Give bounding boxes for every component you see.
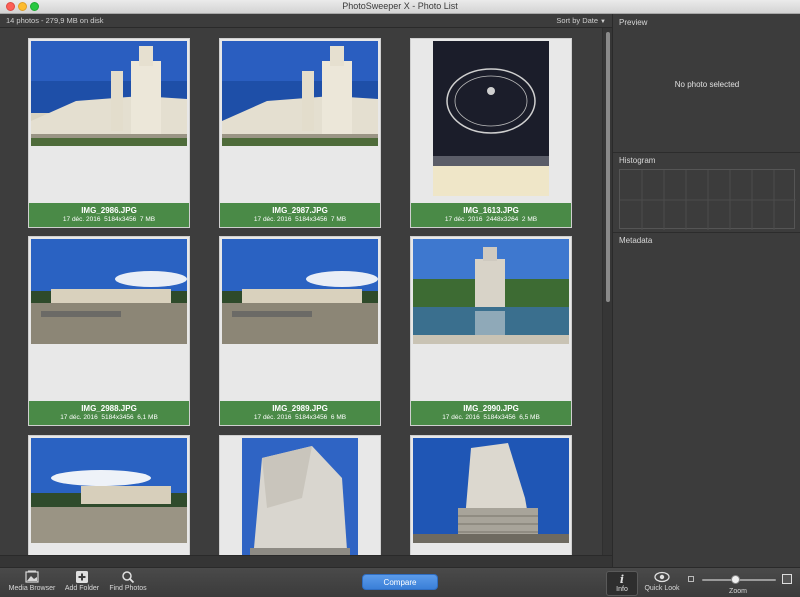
media-browser-button[interactable]: Media Browser	[6, 570, 58, 592]
photo-caption: IMG_2986.JPG 17 déc. 2016 5184x3456 7 MB	[29, 203, 189, 227]
photo-thumbnail	[31, 239, 187, 344]
photo-metadata: 17 déc. 2016 5184x3456 6 MB	[253, 414, 347, 421]
no-photo-message: No photo selected	[674, 80, 740, 89]
photo-caption: IMG_1613.JPG 17 déc. 2016 2448x3264 2 MB	[411, 203, 571, 227]
photo-thumbnail	[413, 438, 569, 543]
photo-caption: IMG_2990.JPG 17 déc. 2016 5184x3456 6,5 …	[411, 401, 571, 425]
bottom-toolbar: Media Browser Add Folder Find Photos Com…	[0, 567, 800, 597]
app-window: PhotoSweeper X - Photo List 14 photos - …	[0, 0, 800, 597]
photo-card[interactable]: IMG_2990.JPG 17 déc. 2016 5184x3456 6,5 …	[410, 236, 572, 426]
find-photos-label: Find Photos	[109, 585, 147, 592]
photo-filename: IMG_2986.JPG	[81, 206, 137, 215]
photo-card[interactable]: IMG_1613.JPG 17 déc. 2016 2448x3264 2 MB	[410, 38, 572, 228]
grid-status-strip	[0, 555, 612, 567]
photo-caption: IMG_2989.JPG 17 déc. 2016 5184x3456 6 MB	[220, 401, 380, 425]
quick-look-label: Quick Look	[644, 585, 680, 592]
media-browser-icon	[24, 570, 40, 584]
chevron-down-icon: ▼	[600, 19, 606, 25]
info-label: Info	[616, 586, 628, 593]
photo-metadata: 17 déc. 2016 2448x3264 2 MB	[444, 216, 538, 223]
photo-filename: IMG_2990.JPG	[463, 404, 519, 413]
photo-card[interactable]: IMG_2989.JPG 17 déc. 2016 5184x3456 6 MB	[219, 236, 381, 426]
preview-heading: Preview	[619, 18, 648, 27]
histogram-heading: Histogram	[619, 156, 656, 165]
photo-thumbnail	[433, 41, 549, 196]
photo-thumbnail	[413, 239, 569, 344]
panel-divider	[613, 232, 800, 233]
photo-caption: IMG_2987.JPG 17 déc. 2016 5184x3456 7 MB	[220, 203, 380, 227]
photo-card[interactable]	[219, 435, 381, 555]
add-folder-button[interactable]: Add Folder	[62, 570, 102, 592]
photo-thumbnail	[222, 239, 378, 344]
zoom-label: Zoom	[729, 588, 747, 595]
photo-count-label: 14 photos - 279,9 MB on disk	[6, 16, 104, 25]
info-icon: i	[619, 573, 625, 586]
photo-metadata: 17 déc. 2016 5184x3456 6,5 MB	[442, 414, 540, 421]
media-browser-label: Media Browser	[8, 585, 56, 592]
photo-card[interactable]	[410, 435, 572, 555]
photo-filename: IMG_1613.JPG	[463, 206, 519, 215]
photo-filename: IMG_2989.JPG	[272, 404, 328, 413]
photo-caption: IMG_2988.JPG 17 déc. 2016 5184x3456 6,1 …	[29, 401, 189, 425]
grid-scrollbar[interactable]	[602, 28, 612, 555]
photo-grid[interactable]: IMG_2986.JPG 17 déc. 2016 5184x3456 7 MB	[0, 28, 602, 555]
quick-look-button[interactable]: Quick Look	[642, 570, 682, 592]
info-button[interactable]: i Info	[606, 571, 638, 596]
inspector-panel: Preview No photo selected Histogram Meta…	[612, 14, 800, 567]
zoom-out-icon[interactable]	[688, 576, 694, 582]
metadata-heading: Metadata	[619, 236, 653, 245]
photo-card[interactable]: IMG_2987.JPG 17 déc. 2016 5184x3456 7 MB	[219, 38, 381, 228]
photo-thumbnail	[31, 41, 187, 146]
photo-card[interactable]	[28, 435, 190, 555]
quick-look-icon	[654, 570, 670, 584]
photo-metadata: 17 déc. 2016 5184x3456 6,1 MB	[60, 414, 158, 421]
photo-card[interactable]: IMG_2986.JPG 17 déc. 2016 5184x3456 7 MB	[28, 38, 190, 228]
photo-filename: IMG_2988.JPG	[81, 404, 137, 413]
photo-thumbnail	[222, 41, 378, 146]
compare-button[interactable]: Compare	[362, 574, 438, 590]
zoom-in-icon[interactable]	[782, 574, 792, 584]
photo-thumbnail	[31, 438, 187, 543]
zoom-control: Zoom	[686, 572, 798, 596]
photo-filename: IMG_2987.JPG	[272, 206, 328, 215]
histogram-chart	[619, 169, 796, 230]
info-bar: 14 photos - 279,9 MB on disk Sort by Dat…	[0, 14, 612, 28]
panel-divider	[613, 152, 800, 153]
add-folder-label: Add Folder	[64, 585, 100, 592]
sort-label: Sort by Date	[556, 16, 599, 25]
window-title: PhotoSweeper X - Photo List	[342, 1, 458, 11]
photo-thumbnail	[242, 438, 358, 555]
photo-metadata: 17 déc. 2016 5184x3456 7 MB	[253, 216, 347, 223]
photo-metadata: 17 déc. 2016 5184x3456 7 MB	[62, 216, 156, 223]
title-bar: PhotoSweeper X - Photo List	[0, 0, 800, 14]
find-photos-icon	[120, 570, 136, 584]
sort-menu[interactable]: Sort by Date ▼	[556, 16, 606, 25]
zoom-slider-knob[interactable]	[730, 575, 740, 584]
add-folder-icon	[74, 570, 90, 584]
find-photos-button[interactable]: Find Photos	[106, 570, 150, 592]
photo-card[interactable]: IMG_2988.JPG 17 déc. 2016 5184x3456 6,1 …	[28, 236, 190, 426]
scroll-thumb[interactable]	[606, 32, 610, 302]
